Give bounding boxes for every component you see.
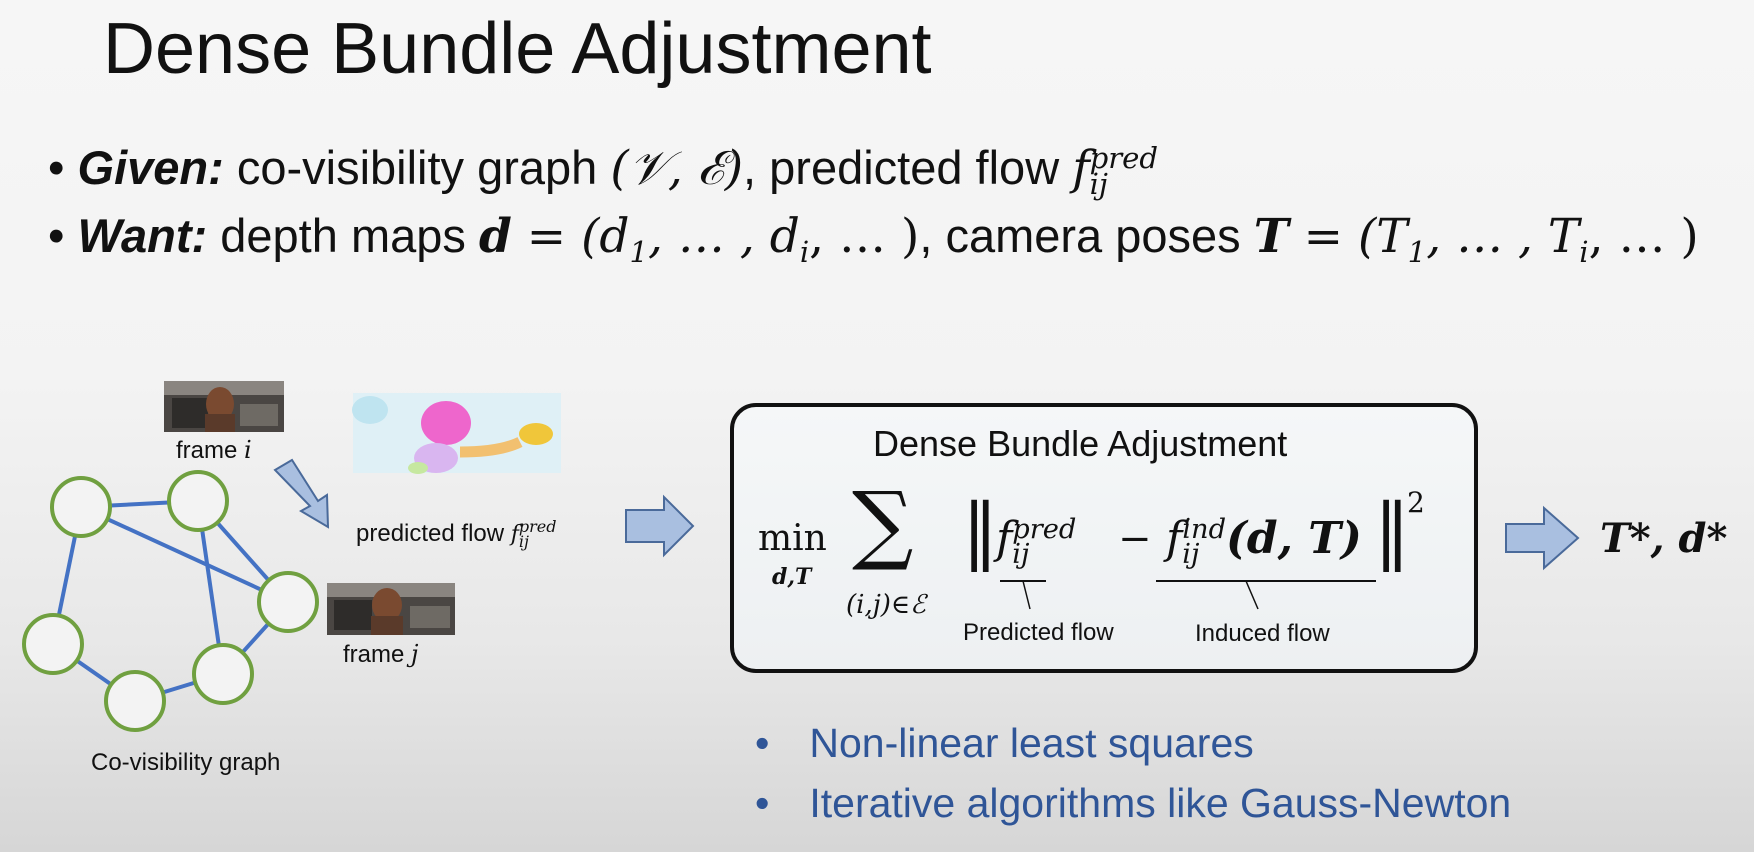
minus-sign: −	[1118, 516, 1152, 562]
result-symbols: T*, d*	[1600, 515, 1728, 562]
norm-right: ‖	[1374, 488, 1410, 572]
frame-i-thumbnail	[164, 381, 284, 432]
note-item: • Non-linear least squares	[755, 720, 1254, 766]
input-arrow	[625, 494, 695, 558]
frame-arrow	[273, 458, 330, 529]
sum-subscript: (i,j)∈ℰ	[846, 590, 926, 620]
want-depth-formula: d = (d1, … , di, … )	[478, 209, 920, 270]
want-pose-formula: T = (T1, … , Ti, … )	[1253, 209, 1699, 270]
graph-node	[257, 571, 319, 633]
graph-caption: Co-visibility graph	[91, 749, 281, 776]
want-text: depth maps	[220, 209, 466, 262]
flow-visualization	[352, 393, 561, 474]
frame-j-thumbnail	[327, 583, 455, 635]
ba-box-title: Dense Bundle Adjustment	[873, 423, 1288, 464]
slide-title: Dense Bundle Adjustment	[103, 9, 932, 89]
covisibility-diagram	[22, 381, 695, 732]
sum-operator: ∑	[852, 474, 914, 574]
graph-node	[104, 670, 166, 732]
square-exponent: 2	[1407, 486, 1425, 519]
note-item: • Iterative algorithms like Gauss-Newton	[755, 780, 1512, 826]
graph-node	[167, 470, 229, 532]
min-subscript: d,T	[772, 564, 812, 590]
bullet-want: • Want: depth maps d = (d1, … , di, … ),…	[48, 208, 1699, 269]
induced-pointer	[1245, 580, 1259, 610]
given-lead: Given:	[77, 141, 224, 194]
predicted-flow-label: predicted flow f pred ij	[356, 517, 557, 551]
given-flow-symbol: f pred ij	[1072, 140, 1159, 202]
min-operator: min	[758, 518, 827, 559]
graph-node	[50, 476, 112, 538]
pred-flow-term: f pred ij	[996, 513, 1077, 570]
given-graph-symbol: (𝒱, ℰ)	[610, 141, 744, 196]
note-bullet: •	[755, 780, 770, 826]
graph-node	[22, 613, 84, 675]
bullet-given: • Given: co-visibility graph (𝒱, ℰ), pre…	[48, 140, 1159, 202]
bullet-dot: •	[48, 141, 65, 194]
pred-pointer	[1022, 580, 1031, 610]
want-lead: Want:	[77, 209, 208, 262]
output-arrow-svg	[1505, 505, 1580, 571]
want-text-2: , camera poses	[919, 209, 1241, 262]
given-text-2: , predicted flow	[743, 141, 1060, 194]
induced-flow-caption: Induced flow	[1195, 620, 1330, 647]
norm-left: ‖	[962, 488, 998, 572]
frame-j-label: frame j	[343, 640, 419, 668]
underbrackets	[1000, 580, 1376, 610]
graph-node	[192, 643, 254, 705]
predicted-flow-caption: Predicted flow	[963, 619, 1114, 646]
induced-flow-term: f ind ij (d, T)	[1166, 513, 1362, 570]
bullet-dot: •	[48, 209, 65, 262]
given-text: co-visibility graph	[236, 141, 598, 194]
frame-i-label: frame i	[176, 436, 252, 464]
output-arrow	[1505, 505, 1580, 571]
note-bullet: •	[755, 720, 770, 766]
